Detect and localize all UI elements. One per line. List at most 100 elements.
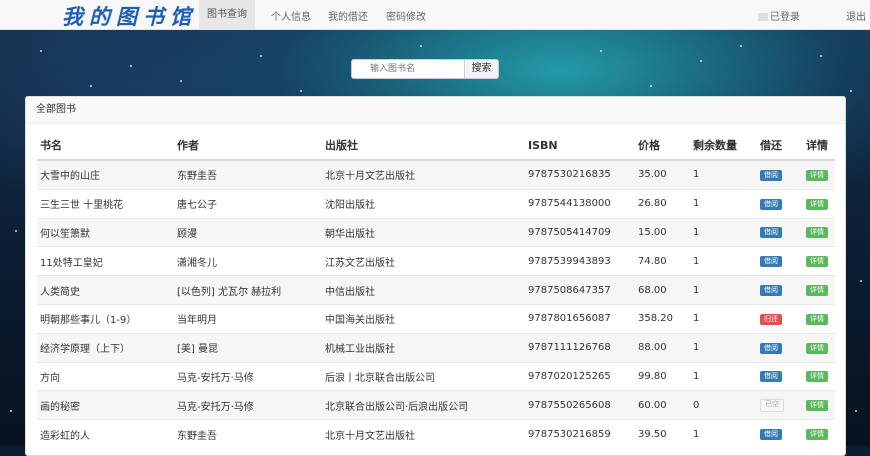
book-publisher: 江苏文艺出版社 <box>322 246 525 276</box>
book-title: 11处特工皇妃 <box>37 246 174 276</box>
detail-cell: 详情 <box>803 217 835 247</box>
borrow-button[interactable]: 借阅 <box>760 342 782 354</box>
book-author: 东野圭吾 <box>174 159 322 190</box>
col-price: 价格 <box>635 131 690 161</box>
book-isbn: 9787508647357 <box>525 275 635 305</box>
borrow-button[interactable]: 借阅 <box>760 169 782 181</box>
detail-cell: 详情 <box>803 332 835 363</box>
borrow-button[interactable]: 借阅 <box>760 429 782 441</box>
book-price: 60.00 <box>635 390 690 420</box>
book-author: 潇湘冬儿 <box>174 246 322 276</box>
borrow-button[interactable]: 借阅 <box>760 198 782 210</box>
book-title: 大雪中的山庄 <box>37 159 174 190</box>
detail-button[interactable]: 详情 <box>806 371 828 383</box>
nav-book-search[interactable]: 图书查询 <box>199 0 255 30</box>
books-panel: 全部图书 书名 作者 出版社 ISBN 价格 剩余数量 借还 详情 大雪中的山庄… <box>25 96 846 456</box>
book-publisher: 朝华出版社 <box>322 217 525 247</box>
table-row: 画的秘密 马克-安托万·马修 北京联合出版公司·后浪出版公司 978755026560… <box>37 390 835 420</box>
detail-cell: 详情 <box>803 246 835 276</box>
star-decoration <box>40 50 42 52</box>
table-row: 明朝那些事儿（1-9） 当年明月 中国海关出版社 9787801656087 358.2… <box>37 303 835 334</box>
brand-logo[interactable]: 我的图书馆 <box>62 1 197 31</box>
book-author: [美] 曼昆 <box>174 332 322 363</box>
book-publisher: 沈阳出版社 <box>322 188 525 219</box>
detail-button[interactable]: 详情 <box>806 256 828 268</box>
borrow-return-cell: 借阅 <box>757 246 803 276</box>
detail-button[interactable]: 详情 <box>806 429 828 441</box>
book-author: 当年明月 <box>174 303 322 334</box>
table-row: 何以笙箫默 顾漫 朝华出版社 9787505414709 15.00 1 借阅 详情 <box>37 217 835 247</box>
borrow-return-cell: 借阅 <box>757 159 803 190</box>
book-price: 88.00 <box>635 332 690 363</box>
nav-my-borrows[interactable]: 我的借还 <box>328 8 368 23</box>
book-price: 35.00 <box>635 159 690 190</box>
book-stock: 1 <box>690 275 757 305</box>
book-publisher: 机械工业出版社 <box>322 332 525 363</box>
detail-cell: 详情 <box>803 159 835 190</box>
col-borrow-return: 借还 <box>757 131 803 161</box>
book-stock: 1 <box>690 188 757 219</box>
star-decoration <box>90 85 92 87</box>
col-isbn: ISBN <box>525 131 635 161</box>
book-isbn: 9787801656087 <box>525 303 635 334</box>
borrow-return-cell: 借阅 <box>757 275 803 305</box>
borrow-button[interactable]: 借阅 <box>760 227 782 239</box>
books-table: 书名 作者 出版社 ISBN 价格 剩余数量 借还 详情 大雪中的山庄 东野圭吾北… <box>37 131 835 448</box>
borrow-return-cell: 已空 <box>757 390 803 420</box>
nav-change-password[interactable]: 密码修改 <box>386 8 426 23</box>
logout-link[interactable]: 退出 <box>846 8 866 23</box>
book-price: 99.80 <box>635 361 690 391</box>
star-decoration <box>860 280 862 282</box>
detail-button[interactable]: 详情 <box>806 169 828 181</box>
book-price: 26.80 <box>635 188 690 219</box>
search-input[interactable] <box>351 59 465 79</box>
return-button[interactable]: 归还 <box>760 313 782 325</box>
star-decoration <box>650 85 652 87</box>
book-isbn: 9787111126768 <box>525 332 635 363</box>
book-stock: 1 <box>690 332 757 363</box>
table-row: 造彩虹的人 东野圭吾 北京十月文艺出版社 9787530216859 39.50 1 借阅 详… <box>37 419 835 448</box>
borrow-return-cell: 借阅 <box>757 217 803 247</box>
book-isbn: 9787505414709 <box>525 217 635 247</box>
book-title: 经济学原理（上下） <box>37 332 174 363</box>
search-button[interactable]: 搜索 <box>465 59 499 79</box>
detail-button[interactable]: 详情 <box>806 285 828 297</box>
nav-personal-info[interactable]: 个人信息 <box>271 8 311 23</box>
panel-title: 全部图书 <box>26 97 845 124</box>
book-stock: 1 <box>690 246 757 276</box>
navbar: 我的图书馆 图书查询 个人信息 我的借还 密码修改 已登录 退出 <box>0 0 870 30</box>
borrow-button[interactable]: 借阅 <box>760 371 782 383</box>
star-decoration <box>180 80 182 82</box>
book-author: [以色列] 尤瓦尔 赫拉利 <box>174 275 322 305</box>
book-publisher: 北京十月文艺出版社 <box>322 419 525 448</box>
detail-button[interactable]: 详情 <box>806 198 828 210</box>
book-stock: 1 <box>690 303 757 334</box>
borrow-button[interactable]: 借阅 <box>760 256 782 268</box>
book-title: 人类简史 <box>37 275 174 305</box>
book-stock: 1 <box>690 217 757 247</box>
detail-button[interactable]: 详情 <box>806 342 828 354</box>
book-title: 造彩虹的人 <box>37 419 174 448</box>
book-stock: 1 <box>690 361 757 391</box>
detail-cell: 详情 <box>803 390 835 420</box>
book-price: 68.00 <box>635 275 690 305</box>
detail-button[interactable]: 详情 <box>806 400 828 412</box>
detail-cell: 详情 <box>803 188 835 219</box>
user-status[interactable]: 已登录 <box>758 8 800 23</box>
detail-button[interactable]: 详情 <box>806 313 828 325</box>
table-row: 方向 马克-安托万·马修 后浪丨北京联合出版公司 9787020125265 99.80… <box>37 361 835 391</box>
book-isbn: 9787530216859 <box>525 419 635 448</box>
book-publisher: 中国海关出版社 <box>322 303 525 334</box>
login-status: 已登录 <box>770 12 800 23</box>
detail-button[interactable]: 详情 <box>806 227 828 239</box>
detail-cell: 详情 <box>803 361 835 391</box>
table-header-row: 书名 作者 出版社 ISBN 价格 剩余数量 借还 详情 <box>37 131 835 161</box>
book-title: 方向 <box>37 361 174 391</box>
book-isbn: 9787544138000 <box>525 188 635 219</box>
unavailable-button: 已空 <box>760 399 784 413</box>
star-decoration <box>10 410 12 412</box>
star-decoration <box>600 50 602 52</box>
borrow-return-cell: 借阅 <box>757 332 803 363</box>
borrow-button[interactable]: 借阅 <box>760 285 782 297</box>
book-stock: 1 <box>690 159 757 190</box>
